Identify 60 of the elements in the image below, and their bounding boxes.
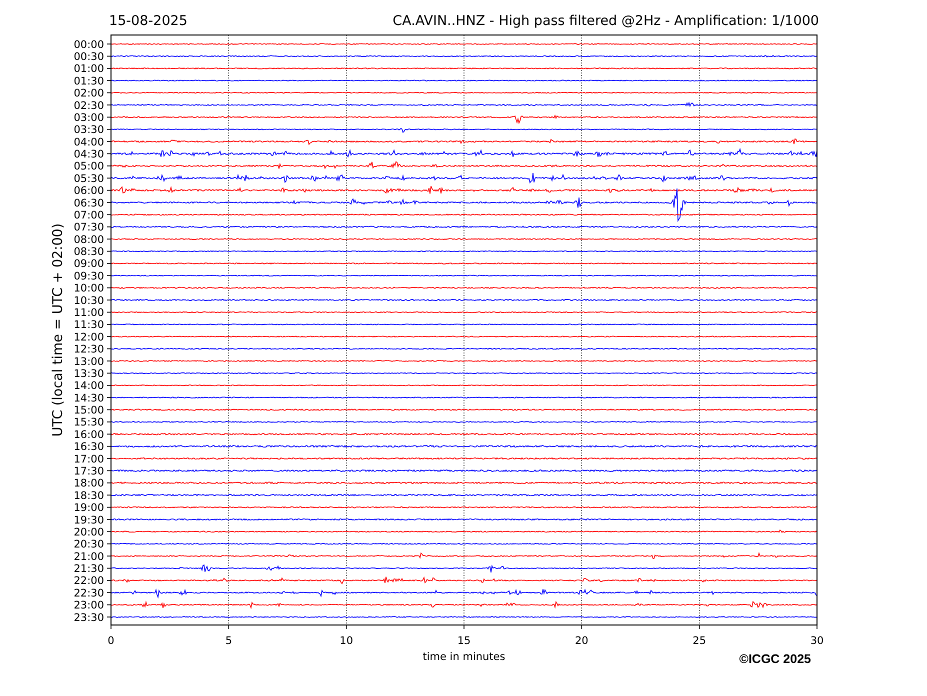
time-label: 13:30 (74, 368, 104, 380)
time-label: 07:30 (74, 222, 104, 234)
time-label: 17:00 (74, 453, 104, 466)
time-label: 04:30 (74, 148, 104, 161)
time-label: 05:30 (74, 172, 104, 185)
y-axis-label: UTC (local time = UTC + 02:00) (50, 223, 66, 437)
copyright-text: ©ICGC 2025 (739, 652, 811, 666)
time-label: 00:30 (74, 51, 104, 63)
time-label: 09:30 (74, 270, 104, 282)
tick-label: 25 (692, 635, 706, 647)
tick-label: 30 (810, 635, 824, 647)
time-label: 06:00 (74, 185, 104, 198)
time-label: 23:00 (74, 600, 104, 612)
chart-title: CA.AVIN..HNZ - High pass filtered @2Hz - Amplification: 1/1000 (392, 13, 819, 29)
time-label: 01:30 (74, 75, 104, 88)
time-label: 08:30 (74, 246, 104, 258)
time-label: 21:30 (74, 563, 104, 576)
time-label: 06:30 (74, 197, 104, 210)
tick-label: 10 (340, 635, 354, 647)
time-label: 09:00 (74, 258, 104, 270)
time-label: 14:00 (74, 380, 104, 392)
time-label: 13:00 (74, 356, 104, 368)
time-label: 10:00 (74, 282, 104, 295)
time-label: 15:30 (74, 416, 104, 429)
time-label: 19:00 (74, 502, 104, 514)
time-label: 22:00 (74, 575, 104, 588)
time-label: 03:30 (74, 124, 104, 136)
time-label: 01:00 (74, 63, 104, 76)
time-label: 12:00 (74, 331, 104, 344)
time-label: 16:00 (74, 428, 104, 441)
chart-date: 15-08-2025 (109, 13, 188, 29)
time-label: 18:30 (74, 490, 104, 502)
time-label: 16:30 (74, 441, 104, 454)
time-label: 05:00 (74, 160, 104, 173)
time-label: 21:00 (74, 550, 104, 563)
tick-label: 15 (457, 635, 471, 647)
time-label: 17:30 (74, 466, 104, 478)
time-label: 23:30 (74, 612, 104, 624)
time-label: 02:30 (74, 100, 104, 112)
time-label: 07:00 (74, 209, 104, 222)
tick-label: 5 (225, 635, 232, 647)
time-label: 10:30 (74, 294, 104, 307)
x-axis-label: time in minutes (422, 651, 506, 663)
time-label: 20:00 (74, 526, 104, 538)
time-label: 11:30 (74, 319, 104, 332)
time-label: 02:00 (74, 88, 104, 100)
time-label: 12:30 (74, 344, 104, 356)
time-label: 19:30 (74, 514, 104, 526)
tick-label: 20 (574, 635, 588, 647)
time-label: 11:00 (74, 307, 104, 320)
time-label: 20:30 (74, 538, 104, 551)
time-label: 04:00 (74, 136, 104, 148)
time-label: 03:00 (74, 112, 104, 124)
time-label: 14:30 (74, 392, 104, 404)
time-label: 00:00 (74, 38, 104, 51)
time-label: 18:00 (74, 478, 104, 490)
time-label: 15:00 (74, 404, 104, 417)
time-label: 22:30 (74, 587, 104, 600)
time-label: 08:00 (74, 234, 104, 246)
tick-label: 0 (108, 635, 114, 647)
